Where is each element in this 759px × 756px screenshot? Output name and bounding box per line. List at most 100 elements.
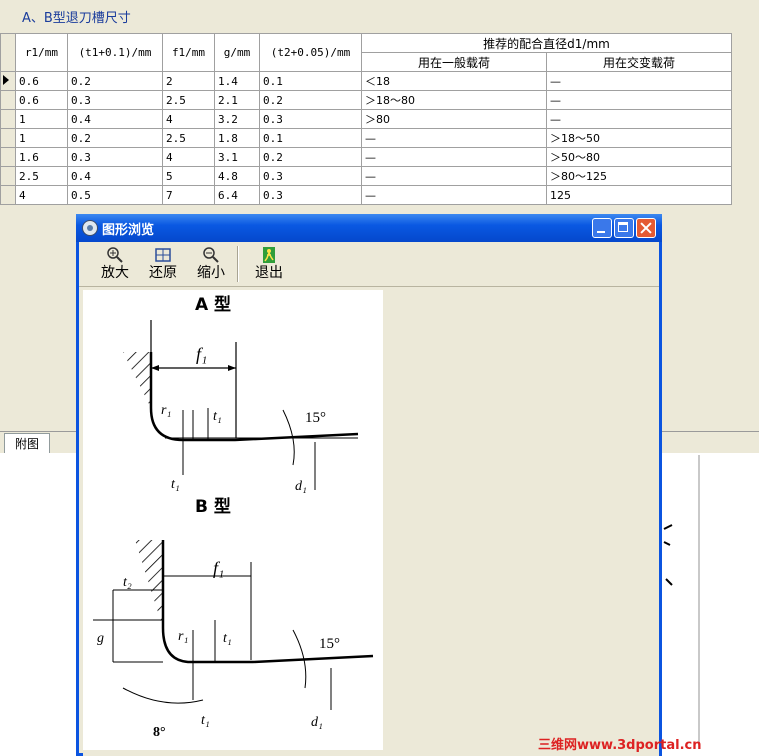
table-cell[interactable]: 0.4 (67, 109, 163, 129)
table-cell[interactable]: 0.5 (67, 185, 163, 205)
minimize-button[interactable] (592, 218, 612, 238)
table-cell[interactable]: — (546, 71, 732, 91)
table-row[interactable]: 0.6 0.3 2.5 2.1 0.2 ＞18～80— (0, 90, 732, 110)
col-header-t2[interactable]: (t2+0.05)/mm (259, 33, 362, 72)
table-cell[interactable]: 5 (162, 166, 215, 186)
table-cell[interactable]: 2.5 (162, 90, 215, 110)
maximize-button[interactable] (614, 218, 634, 238)
image-viewer-window[interactable]: 图形浏览 放大 还原 缩小 退出 A 型 f₁ r₁ t₁ 15° t₁ d₁ … (76, 214, 662, 756)
table-cell[interactable]: 7 (162, 185, 215, 205)
table-cell[interactable]: 2.1 (214, 90, 260, 110)
table-cell[interactable]: — (361, 185, 547, 205)
zoom-in-label: 放大 (101, 265, 129, 281)
table-cell[interactable]: 0.6 (15, 90, 68, 110)
table-cell[interactable]: 4 (162, 147, 215, 167)
label-d1-a: d₁ (295, 479, 307, 494)
viewer-titlebar[interactable]: 图形浏览 (76, 214, 662, 242)
table-cell[interactable]: 1.6 (15, 147, 68, 167)
table-cell[interactable]: ＞80～125 (546, 166, 732, 186)
table-cell[interactable]: — (546, 109, 732, 129)
table-cell[interactable]: 4 (15, 185, 68, 205)
table-cell[interactable]: 3.1 (214, 147, 260, 167)
tab-attachment[interactable]: 附图 (4, 433, 50, 454)
table-cell[interactable]: 0.2 (67, 71, 163, 91)
zoom-out-icon (203, 247, 219, 263)
restore-label: 还原 (149, 265, 177, 281)
table-cell[interactable]: 1 (15, 128, 68, 148)
table-cell[interactable]: ＞80 (361, 109, 547, 129)
label-t2-b: t₂ (123, 575, 132, 590)
table-cell[interactable]: — (361, 128, 547, 148)
row-indicator[interactable] (0, 166, 16, 186)
table-cell[interactable]: 0.3 (67, 90, 163, 110)
table-row[interactable]: 4 0.5 7 6.4 0.3—125 (0, 185, 732, 205)
zoom-in-icon (107, 247, 123, 263)
col-header-alternating-load[interactable]: 用在交变载荷 (546, 52, 732, 72)
table-cell[interactable]: 0.3 (259, 166, 362, 186)
table-cell[interactable]: 0.1 (259, 71, 362, 91)
image-viewport[interactable]: A 型 f₁ r₁ t₁ 15° t₁ d₁ B 型 t₂ f₁ g r₁ t₁… (83, 290, 659, 756)
row-indicator[interactable] (0, 128, 16, 148)
table-cell[interactable]: 4 (162, 109, 215, 129)
label-t1-a: t₁ (213, 409, 222, 424)
table-cell[interactable]: 125 (546, 185, 732, 205)
table-cell[interactable]: 0.4 (67, 166, 163, 186)
dimension-table: r1/mm (t1+0.1)/mm f1/mm g/mm (t2+0.05)/m… (0, 33, 732, 205)
col-header-general-load[interactable]: 用在一般载荷 (361, 52, 547, 72)
col-header-f1[interactable]: f1/mm (162, 33, 215, 72)
table-cell[interactable]: 0.3 (67, 147, 163, 167)
table-cell[interactable]: — (546, 90, 732, 110)
table-cell[interactable]: 1.8 (214, 128, 260, 148)
table-cell[interactable]: 1.4 (214, 71, 260, 91)
table-cell[interactable]: 0.6 (15, 71, 68, 91)
table-cell[interactable]: 0.3 (259, 109, 362, 129)
close-button[interactable] (636, 218, 656, 238)
row-indicator[interactable] (0, 90, 16, 110)
current-row-arrow-icon (3, 74, 9, 85)
col-header-g[interactable]: g/mm (214, 33, 260, 72)
row-indicator-header (0, 33, 16, 72)
table-cell[interactable]: 1 (15, 109, 68, 129)
label-g-b: g (97, 631, 104, 646)
table-cell[interactable]: 2 (162, 71, 215, 91)
label-d1-b: d₁ (311, 715, 323, 730)
restore-button[interactable]: 还原 (141, 244, 185, 284)
table-cell[interactable]: ＞50～80 (546, 147, 732, 167)
row-indicator[interactable] (0, 109, 16, 129)
label-f1-a: f₁ (196, 344, 207, 364)
table-cell[interactable]: ＞18～80 (361, 90, 547, 110)
viewer-toolbar: 放大 还原 缩小 退出 (79, 242, 659, 287)
col-header-t1[interactable]: (t1+0.1)/mm (67, 33, 163, 72)
table-cell[interactable]: 4.8 (214, 166, 260, 186)
table-cell[interactable]: 6.4 (214, 185, 260, 205)
row-indicator[interactable] (0, 71, 16, 91)
row-indicator[interactable] (0, 147, 16, 167)
exit-button[interactable]: 退出 (247, 244, 291, 284)
table-row[interactable]: 1 0.2 2.5 1.8 0.1— ＞18～50 (0, 128, 732, 148)
table-cell[interactable]: 2.5 (162, 128, 215, 148)
table-cell[interactable]: 0.2 (259, 90, 362, 110)
label-f1-b: f₁ (213, 558, 224, 578)
table-cell[interactable]: 0.2 (259, 147, 362, 167)
table-cell[interactable]: 0.2 (67, 128, 163, 148)
watermark: 三维网www.3dportal.cn (538, 738, 702, 753)
table-row[interactable]: 1 0.4 4 3.2 0.3 ＞80— (0, 109, 732, 129)
table-cell[interactable]: 3.2 (214, 109, 260, 129)
table-row[interactable]: 2.5 0.4 5 4.8 0.3— ＞80～125 (0, 166, 732, 186)
table-cell[interactable]: ＜18 (361, 71, 547, 91)
col-header-r1[interactable]: r1/mm (15, 33, 68, 72)
page-title: A、B型退刀槽尺寸 (22, 11, 131, 26)
table-row[interactable]: 1.6 0.3 4 3.1 0.2— ＞50～80 (0, 147, 732, 167)
table-row[interactable]: 0.6 0.2 2 1.4 0.1 ＜18— (0, 71, 732, 91)
table-cell[interactable]: 0.3 (259, 185, 362, 205)
table-cell[interactable]: — (361, 147, 547, 167)
table-cell[interactable]: — (361, 166, 547, 186)
table-cell[interactable]: 2.5 (15, 166, 68, 186)
table-cell[interactable]: ＞18～50 (546, 128, 732, 148)
row-indicator[interactable] (0, 185, 16, 205)
label-t1-b: t₁ (223, 631, 232, 646)
table-cell[interactable]: 0.1 (259, 128, 362, 148)
zoom-in-button[interactable]: 放大 (93, 244, 137, 284)
zoom-out-button[interactable]: 缩小 (189, 244, 233, 284)
exit-icon (263, 247, 275, 263)
